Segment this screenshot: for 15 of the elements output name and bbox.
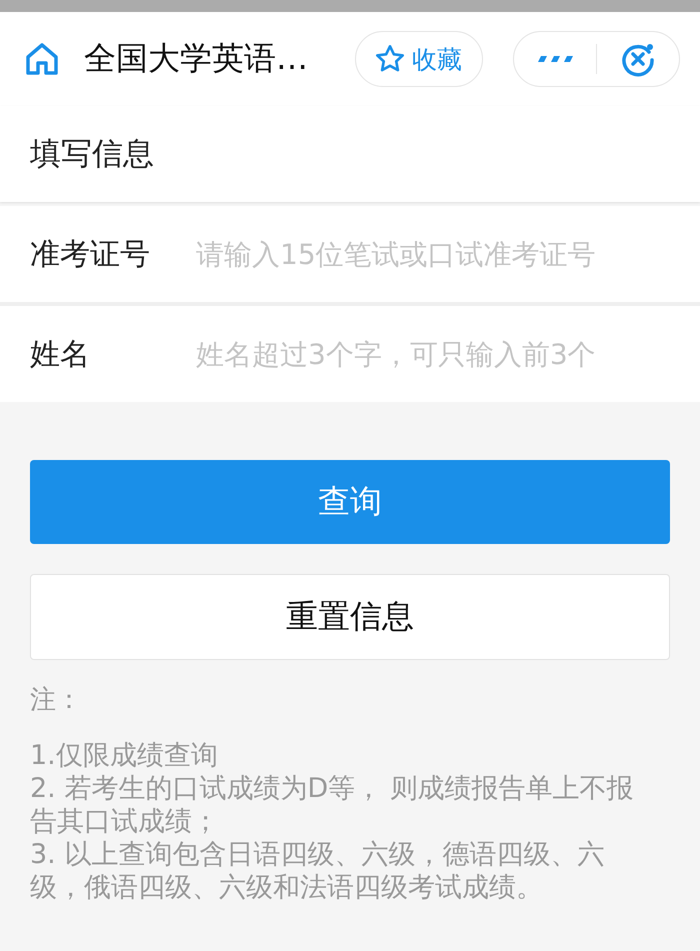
note-text: 3. 以上查询包含日语四级、六级，德语四级、六级，俄语四级、六级和法语四级考试成绩。 [30, 838, 606, 904]
reset-button[interactable]: 重置信息 [30, 574, 670, 660]
note-text: 2. 若考生的口试成绩为D等， 则成绩报告单上不报告其口试成绩； [30, 772, 635, 838]
more-icon [536, 54, 574, 64]
favorite-button[interactable]: 收藏 [355, 31, 483, 87]
query-button[interactable]: 查询 [30, 460, 670, 544]
home-icon[interactable] [24, 41, 60, 77]
field-label: 姓名 [30, 336, 91, 374]
section-title: 填写信息 [30, 135, 154, 174]
input-field[interactable]: 请输入15位笔试或口试准考证号 [196, 238, 666, 270]
note-text: 1.仅限成绩查询 [30, 739, 219, 772]
field-label: 准考证号 [30, 236, 151, 274]
page-title: 全国大学英语… [84, 38, 309, 79]
input-field[interactable]: 姓名超过3个字，可只输入前3个 [196, 338, 666, 370]
notes-heading: 注： [30, 684, 83, 717]
